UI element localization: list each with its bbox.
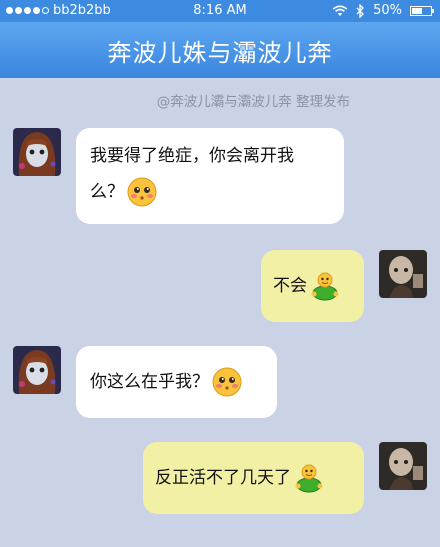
watermark-text: @奔波儿灞与灞波儿奔 整理发布 — [156, 94, 350, 110]
message-text: 我要得了绝症，你会离开我 — [90, 146, 294, 166]
bald-man-avatar[interactable] — [379, 442, 427, 490]
bluetooth-icon — [356, 3, 365, 18]
status-bar: bb2b2bb 8:16 AM 50% — [0, 0, 440, 22]
girl-avatar[interactable] — [13, 128, 61, 176]
bald-man-avatar[interactable] — [379, 250, 427, 298]
turtle-emoji — [311, 272, 339, 301]
message-bubble-left[interactable]: 我要得了绝症，你会离开我 么？ — [76, 128, 344, 224]
message-bubble-left[interactable]: 你这么在乎我？ — [76, 346, 277, 418]
message-bubble-right[interactable]: 反正活不了几天了 — [143, 442, 364, 514]
wifi-icon — [332, 5, 348, 16]
girl-avatar[interactable] — [13, 346, 61, 394]
turtle-emoji — [295, 464, 323, 493]
message-text: 你这么在乎我？ — [90, 372, 209, 392]
message-text: 不会 — [273, 276, 307, 296]
battery-icon — [410, 5, 434, 16]
blush-face-emoji — [127, 177, 157, 207]
battery-percent: 50% — [373, 3, 402, 18]
nav-bar: 奔波儿姝与灞波儿奔 — [0, 22, 440, 78]
blush-face-emoji — [212, 367, 242, 397]
status-right: 50% — [332, 3, 434, 18]
message-bubble-right[interactable]: 不会 — [261, 250, 364, 322]
message-text: 反正活不了几天了 — [155, 468, 291, 488]
chat-title: 奔波儿姝与灞波儿奔 — [107, 38, 333, 67]
message-text-line2: 么？ — [90, 174, 330, 210]
